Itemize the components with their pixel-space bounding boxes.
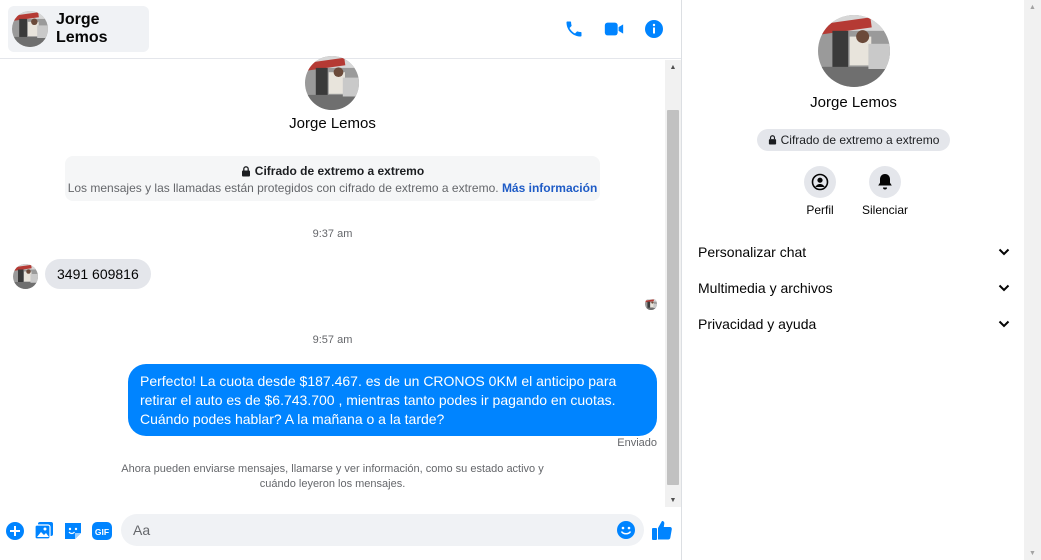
outgoing-message[interactable]: Perfecto! La cuota desde $187.467. es de… [128, 364, 657, 436]
message-list: Jorge Lemos Cifrado de extremo a extremo… [0, 60, 665, 507]
bell-icon [869, 166, 901, 198]
panel-contact-name: Jorge Lemos [810, 94, 897, 111]
messenger-window: Jorge Lemos Jorge Lemos Cifrado de extre… [0, 0, 1041, 560]
chevron-down-icon [998, 284, 1010, 292]
mute-button-label: Silenciar [861, 203, 909, 217]
gif-icon[interactable]: GIF [91, 520, 113, 542]
image-icon[interactable] [33, 520, 55, 542]
conversation-info-note: Ahora pueden enviarse mensajes, llamarse… [121, 463, 544, 490]
conversation-profile-name: Jorge Lemos [289, 115, 376, 132]
chevron-down-icon [998, 248, 1010, 256]
contact-name: Jorge Lemos [56, 11, 108, 46]
page-scroll-up-arrow[interactable]: ▲ [1024, 0, 1041, 14]
read-receipt-avatar [645, 298, 657, 310]
scroll-thumb[interactable] [667, 110, 679, 485]
profile-icon [804, 166, 836, 198]
svg-text:GIF: GIF [95, 527, 109, 537]
encryption-notice-title: Cifrado de extremo a extremo [254, 164, 425, 178]
info-icon[interactable] [642, 17, 666, 41]
lock-icon [241, 165, 250, 176]
contact-avatar [12, 11, 48, 47]
sender-avatar [13, 264, 38, 289]
phone-icon[interactable] [562, 17, 586, 41]
incoming-message[interactable]: 3491 609816 [45, 259, 151, 289]
more-info-link[interactable]: Más información [502, 181, 597, 195]
message-status: Enviado [617, 437, 657, 449]
plus-icon[interactable] [4, 520, 26, 542]
chevron-down-icon [998, 320, 1010, 328]
message-input[interactable] [133, 514, 603, 546]
message-timestamp: 9:57 am [312, 334, 353, 346]
profile-button-label: Perfil [806, 203, 834, 217]
chat-pane: Jorge Lemos Jorge Lemos Cifrado de extre… [0, 0, 682, 560]
lock-icon [768, 135, 776, 145]
chat-header: Jorge Lemos [0, 0, 681, 59]
encryption-badge-label: Cifrado de extremo a extremo [780, 133, 940, 147]
encryption-notice: Cifrado de extremo a extremo Los mensaje… [65, 156, 600, 201]
section-customize-chat[interactable]: Personalizar chat [698, 234, 1010, 270]
message-timestamp: 9:37 am [312, 228, 353, 240]
sticker-icon[interactable] [62, 520, 84, 542]
section-media-files[interactable]: Multimedia y archivos [698, 270, 1010, 306]
encryption-badge[interactable]: Cifrado de extremo a extremo [757, 129, 950, 151]
message-scrollbar[interactable]: ▲ ▼ [665, 60, 681, 507]
scroll-down-arrow[interactable]: ▼ [665, 493, 681, 507]
contact-header-button[interactable]: Jorge Lemos [8, 6, 149, 52]
page-scrollbar[interactable]: ▲ ▼ [1024, 0, 1041, 560]
conversation-profile-avatar [305, 56, 359, 110]
profile-button[interactable]: Perfil [790, 166, 850, 217]
thumbs-up-icon[interactable] [651, 519, 673, 541]
panel-profile-avatar [818, 15, 890, 87]
section-privacy-help[interactable]: Privacidad y ayuda [698, 306, 1010, 342]
message-input-container [121, 514, 644, 546]
page-scroll-down-arrow[interactable]: ▼ [1024, 546, 1041, 560]
encryption-notice-text: Los mensajes y las llamadas están proteg… [67, 181, 499, 195]
mute-button[interactable]: Silenciar [855, 166, 915, 217]
conversation-info-panel: Jorge Lemos Cifrado de extremo a extremo… [683, 0, 1024, 560]
message-composer: GIF [0, 507, 681, 560]
video-call-icon[interactable] [602, 17, 626, 41]
emoji-icon[interactable] [616, 520, 636, 540]
scroll-up-arrow[interactable]: ▲ [665, 60, 681, 74]
